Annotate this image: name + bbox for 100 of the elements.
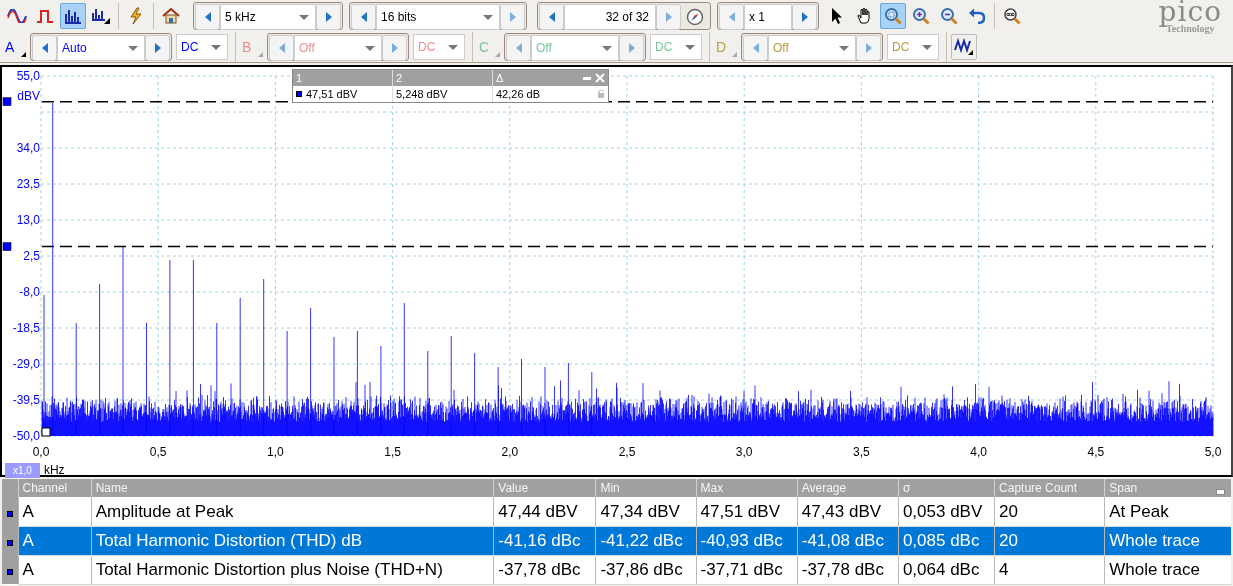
range-dropdown[interactable]: Off [531,35,619,61]
previous-button[interactable] [351,4,376,30]
x-axis-label: 1,5 [384,445,401,459]
right-arrow-icon [154,43,161,53]
channel-marker-icon [6,539,13,546]
ruler-handle[interactable] [41,427,51,437]
frequency-range-dropdown[interactable]: 5 kHz [220,4,316,30]
caret-icon [365,45,375,51]
table-cell: -41,16 dBc [498,530,581,550]
y-axis-unit: dBV [17,89,40,103]
column-header[interactable]: Channel [18,479,92,497]
x-axis-label: 3,5 [853,445,870,459]
measurement-row[interactable]: A Amplitude at Peak 47,44 dBV 47,34 dBV 47,51 dBV 47,43 dBV 0,053 dBV 20 At Peak [2,497,1231,526]
house-icon [162,7,180,25]
zoom-region-button[interactable] [880,3,906,29]
left-arrow-icon [728,12,735,22]
x-axis-unit: kHz [43,462,65,479]
y-axis-label: -8,0 [19,285,40,299]
table-cell: 47,34 dBV [600,501,680,521]
caret-icon [602,45,612,51]
ruler-value: 5,248 dBV [393,85,493,103]
column-header[interactable]: Min [595,479,697,497]
zoom-badge[interactable]: x1,0 [5,462,40,478]
right-arrow-icon [509,12,516,22]
y-axis-label: 23,5 [16,177,40,191]
previous-button[interactable] [32,35,57,61]
table-cell: A [22,559,34,579]
logo-text: pico [1158,0,1222,26]
table-cell: A [22,530,34,550]
y-axis-label: -39,5 [12,393,40,407]
range-dropdown[interactable]: Auto [57,35,145,61]
table-cell: A [22,501,34,521]
coupling-dropdown[interactable]: DC [413,34,465,60]
coupling-dropdown[interactable]: DC [176,34,228,60]
resolution-dropdown[interactable]: 16 bits [376,4,500,30]
close-button[interactable] [595,73,605,83]
column-header[interactable]: σ [898,479,995,497]
zoom-factor-field[interactable]: x 1 [744,4,792,30]
right-arrow-icon [325,12,332,22]
previous-button[interactable] [195,4,220,30]
spectrum-button[interactable] [60,3,86,29]
y-axis-label: 34,0 [16,141,40,155]
next-button[interactable] [145,35,170,61]
square-wave-icon [36,9,54,23]
table-cell: -37,71 dBc [700,559,783,579]
measurement-row[interactable]: A Total Harmonic Distortion (THD) dB -41,16 dBc -41,22 dBc -40,93 dBc -41,08 dBc 0,085 dBc 20 Whole trace [2,526,1231,555]
math-wave-icon [954,38,974,56]
column-header[interactable]: Average [797,479,899,497]
table-cell: 47,43 dBV [801,501,882,521]
caret-icon [922,44,932,50]
right-arrow-icon [391,43,398,53]
column-header: Δ [496,70,504,86]
column-header: 1 [293,69,393,87]
range-dropdown[interactable]: Off [294,35,382,61]
column-header[interactable]: Value [493,479,596,497]
coupling-dropdown[interactable]: DC [650,34,702,60]
x-axis-label: 3,0 [735,445,753,459]
table-cell: -41,22 dBc [600,530,683,550]
channel-marker-icon [6,510,13,517]
x-axis-label: 2,0 [501,445,519,459]
measurement-row[interactable]: A Total Harmonic Distortion plus Noise (THD+N) -37,78 dBc -37,86 dBc -37,71 dBc -37,78 dBc 0,064 dBc 4 Whole trace [2,555,1231,584]
pointer-icon [830,7,844,25]
column-header[interactable]: Name [91,479,494,497]
next-button[interactable] [316,4,341,30]
caret-icon [685,44,695,50]
table-cell: Amplitude at Peak [95,501,234,521]
table-cell: At Peak [1109,501,1169,521]
caret-icon [299,14,309,20]
column-header[interactable]: Capture Count [994,479,1105,497]
table-cell: -37,86 dBc [600,559,683,579]
y-axis-label: 13,0 [16,213,40,227]
minimize-icon[interactable] [1216,489,1225,495]
zoom-out-icon [940,7,958,25]
magnifier-icon [884,7,902,25]
table-cell: 0,053 dBV [902,501,983,521]
column-header[interactable]: Span [1104,479,1231,497]
table-cell: -40,93 dBc [700,530,783,550]
ruler-handle[interactable] [2,97,12,106]
table-cell: 0,085 dBc [902,530,980,550]
coupling-dropdown[interactable]: DC [887,34,939,60]
ruler-handle[interactable] [2,242,12,251]
table-cell: -41,08 dBc [801,530,884,550]
range-dropdown[interactable]: Off [768,35,856,61]
compass-icon [686,8,704,26]
undo-icon [968,7,986,25]
left-arrow-icon [41,43,48,53]
x-axis-label: 4,5 [1087,445,1105,459]
table-cell: -37,78 dBc [498,559,581,579]
table-cell: Whole trace [1109,559,1200,579]
x-axis-label: 4,0 [970,445,987,459]
previous-button[interactable] [539,4,564,30]
caret-icon [211,44,221,50]
left-arrow-icon [515,43,522,53]
right-arrow-icon [801,12,808,22]
logo-tagline: Technology [1166,24,1215,34]
buffer-field[interactable]: 32 of 32 [564,4,656,30]
column-header[interactable]: Max [696,479,798,497]
next-button[interactable] [792,4,817,30]
math-button[interactable] [951,34,977,60]
lightning-icon [128,7,144,25]
